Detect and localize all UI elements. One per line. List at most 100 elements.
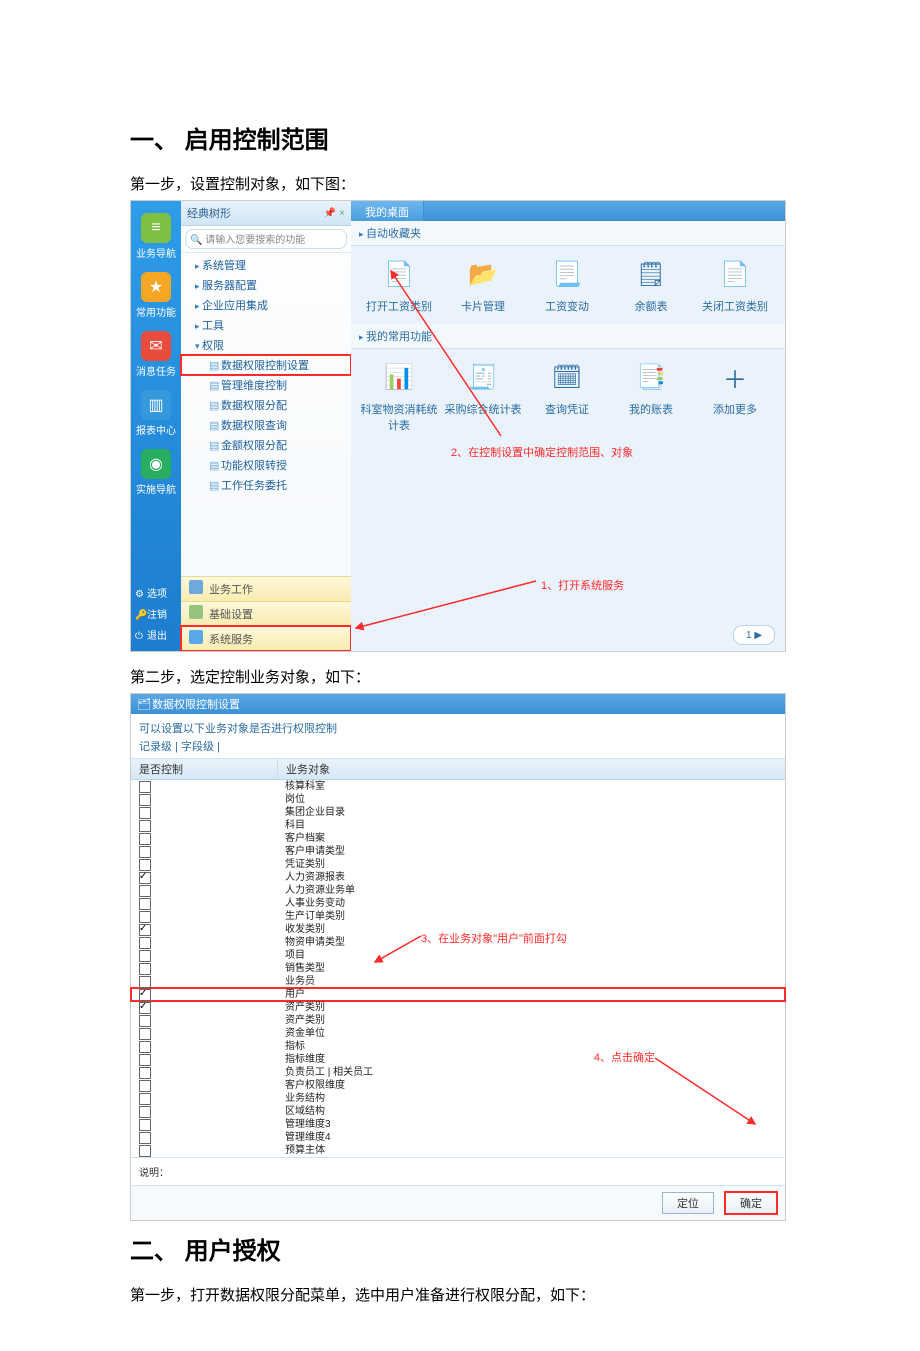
tree-bottom-tab[interactable]: 业务工作 xyxy=(181,576,351,601)
my-common-header[interactable]: 我的常用功能 xyxy=(351,324,785,349)
control-checkbox-cell[interactable] xyxy=(131,884,277,897)
checkbox-icon[interactable] xyxy=(139,872,151,884)
checkbox-icon[interactable] xyxy=(139,1080,151,1092)
control-checkbox-cell[interactable] xyxy=(131,936,277,949)
tree-node[interactable]: ▤数据权限查询 xyxy=(181,415,351,435)
checkbox-icon[interactable] xyxy=(139,781,151,793)
sidebar-item-common[interactable]: ★ 常用功能 xyxy=(131,260,181,319)
control-checkbox-cell[interactable] xyxy=(131,1131,277,1144)
checkbox-icon[interactable] xyxy=(139,1093,151,1105)
grid-item[interactable]: 📑我的账表 xyxy=(609,359,693,433)
grid-item[interactable]: 📄关闭工资类别 xyxy=(693,256,777,314)
grid-item[interactable]: 📄打开工资类别 xyxy=(357,256,441,314)
control-checkbox-cell[interactable] xyxy=(131,1105,277,1118)
control-checkbox-cell[interactable] xyxy=(131,988,277,1001)
checkbox-icon[interactable] xyxy=(139,1106,151,1118)
control-checkbox-cell[interactable] xyxy=(131,1014,277,1027)
control-checkbox-cell[interactable] xyxy=(131,962,277,975)
tree-node[interactable]: 企业应用集成 xyxy=(181,295,351,315)
tree-node[interactable]: ▤工作任务委托 xyxy=(181,475,351,495)
control-checkbox-cell[interactable] xyxy=(131,1001,277,1014)
logout-link[interactable]: 🔑注销 xyxy=(131,603,181,624)
tree-node[interactable]: 系统管理 xyxy=(181,255,351,275)
control-checkbox-cell[interactable] xyxy=(131,1118,277,1131)
control-checkbox-cell[interactable] xyxy=(131,1144,277,1157)
control-checkbox-cell[interactable] xyxy=(131,949,277,962)
tree-node[interactable]: 工具 xyxy=(181,315,351,335)
control-checkbox-cell[interactable] xyxy=(131,832,277,845)
pin-close-icon[interactable]: 📌 × xyxy=(324,208,345,219)
checkbox-icon[interactable] xyxy=(139,820,151,832)
screenshot-2: 🗂 数据权限控制设置 可以设置以下业务对象是否进行权限控制 记录级 | 字段级 … xyxy=(130,693,786,1221)
control-checkbox-cell[interactable] xyxy=(131,1079,277,1092)
checkbox-icon[interactable] xyxy=(139,1028,151,1040)
control-checkbox-cell[interactable] xyxy=(131,806,277,819)
auto-favorites-header[interactable]: 自动收藏夹 xyxy=(351,221,785,246)
search-input[interactable]: 🔍 请输入您要搜索的功能 xyxy=(185,229,347,249)
sidebar-item-impl[interactable]: ◉ 实施导航 xyxy=(131,437,181,496)
checkbox-icon[interactable] xyxy=(139,846,151,858)
control-checkbox-cell[interactable] xyxy=(131,1053,277,1066)
checkbox-icon[interactable] xyxy=(139,1067,151,1079)
checkbox-icon[interactable] xyxy=(139,1054,151,1066)
checkbox-icon[interactable] xyxy=(139,898,151,910)
tree-node[interactable]: 服务器配置 xyxy=(181,275,351,295)
dialog-subtabs[interactable]: 记录级 | 字段级 | xyxy=(131,738,785,759)
control-checkbox-cell[interactable] xyxy=(131,793,277,806)
control-checkbox-cell[interactable] xyxy=(131,858,277,871)
tab-my-desktop[interactable]: 我的桌面 xyxy=(351,201,424,221)
checkbox-icon[interactable] xyxy=(139,950,151,962)
grid-item[interactable]: 📂卡片管理 xyxy=(441,256,525,314)
grid-item[interactable]: 🧾采购综合统计表 xyxy=(441,359,525,433)
tree-node[interactable]: ▤金额权限分配 xyxy=(181,435,351,455)
checkbox-icon[interactable] xyxy=(139,1119,151,1131)
tree-node[interactable]: ▤数据权限分配 xyxy=(181,395,351,415)
exit-link[interactable]: ⏻退出 xyxy=(131,624,181,645)
control-checkbox-cell[interactable] xyxy=(131,1040,277,1053)
grid-item[interactable]: ＋添加更多 xyxy=(693,359,777,433)
tree-bottom-tab[interactable]: 基础设置 xyxy=(181,601,351,626)
checkbox-icon[interactable] xyxy=(139,807,151,819)
control-checkbox-cell[interactable] xyxy=(131,975,277,988)
control-checkbox-cell[interactable] xyxy=(131,910,277,923)
control-checkbox-cell[interactable] xyxy=(131,819,277,832)
ok-button[interactable]: 确定 xyxy=(725,1192,777,1214)
checkbox-icon[interactable] xyxy=(139,1002,151,1014)
tree-node[interactable]: 权限 xyxy=(181,335,351,355)
sidebar-item-msg[interactable]: ✉ 消息任务 xyxy=(131,319,181,378)
biz-object-cell: 业务员 xyxy=(277,975,785,988)
biz-object-cell: 资金单位 xyxy=(277,1027,785,1040)
tree-node[interactable]: ▤管理维度控制 xyxy=(181,375,351,395)
control-checkbox-cell[interactable] xyxy=(131,897,277,910)
control-checkbox-cell[interactable] xyxy=(131,1092,277,1105)
tree-search-row: 🔍 请输入您要搜索的功能 xyxy=(181,226,351,253)
checkbox-icon[interactable] xyxy=(139,833,151,845)
control-checkbox-cell[interactable] xyxy=(131,1066,277,1079)
control-checkbox-cell[interactable] xyxy=(131,845,277,858)
tree-node[interactable]: ▤功能权限转授 xyxy=(181,455,351,475)
grid-item[interactable]: 🗓查询凭证 xyxy=(525,359,609,433)
control-checkbox-cell[interactable] xyxy=(131,871,277,884)
tree-bottom-tab[interactable]: 系统服务 xyxy=(181,626,351,651)
sidebar-item-report[interactable]: ▥ 报表中心 xyxy=(131,378,181,437)
checkbox-icon[interactable] xyxy=(139,794,151,806)
control-checkbox-cell[interactable] xyxy=(131,923,277,936)
control-checkbox-cell[interactable] xyxy=(131,780,277,793)
grid-item[interactable]: 📊科室物资消耗统计表 xyxy=(357,359,441,433)
checkbox-icon[interactable] xyxy=(139,1132,151,1144)
checkbox-icon[interactable] xyxy=(139,885,151,897)
control-checkbox-cell[interactable] xyxy=(131,1027,277,1040)
checkbox-icon[interactable] xyxy=(139,1015,151,1027)
checkbox-icon[interactable] xyxy=(139,963,151,975)
checkbox-icon[interactable] xyxy=(139,937,151,949)
checkbox-icon[interactable] xyxy=(139,1041,151,1053)
checkbox-icon[interactable] xyxy=(139,1145,151,1157)
pager[interactable]: 1 ▶ xyxy=(733,625,775,645)
checkbox-icon[interactable] xyxy=(139,924,151,936)
locate-button[interactable]: 定位 xyxy=(662,1192,714,1214)
tree-node[interactable]: ▤数据权限控制设置 xyxy=(181,355,351,375)
options-link[interactable]: ⚙选项 xyxy=(131,582,181,603)
grid-item[interactable]: 🗒余额表 xyxy=(609,256,693,314)
sidebar-item-biznav[interactable]: ≡ 业务导航 xyxy=(131,201,181,260)
grid-item[interactable]: 📃工资变动 xyxy=(525,256,609,314)
